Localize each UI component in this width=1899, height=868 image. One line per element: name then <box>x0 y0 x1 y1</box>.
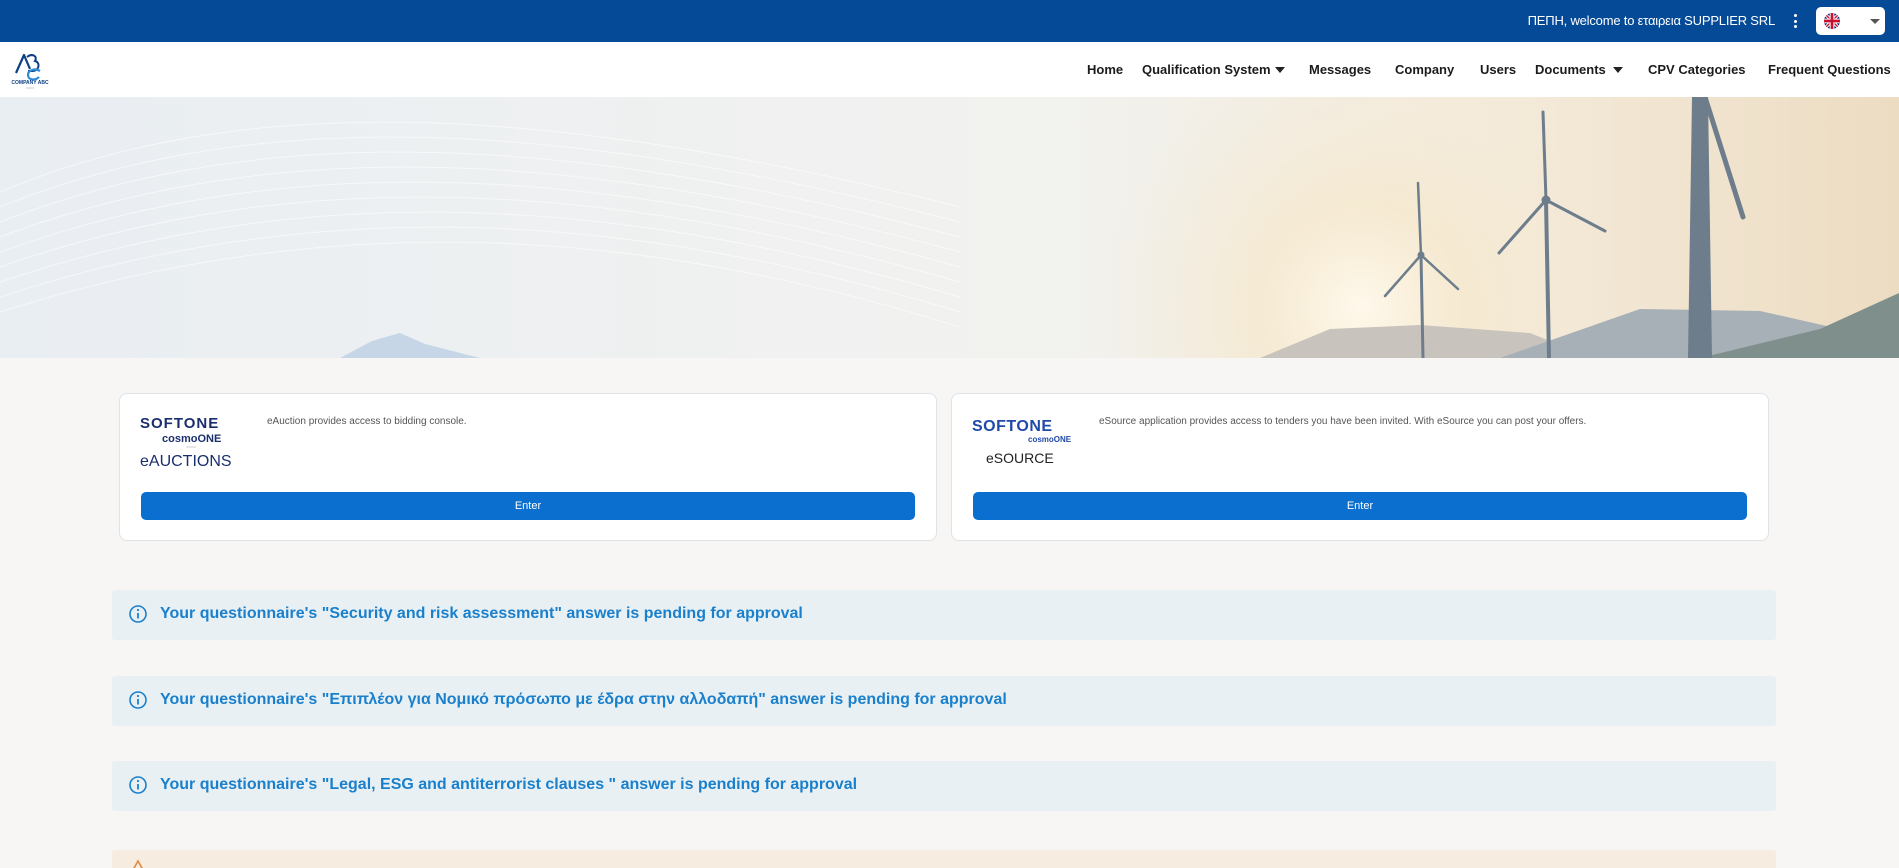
info-icon <box>128 775 148 795</box>
nav-home[interactable]: Home <box>1087 62 1123 77</box>
product-name: eSOURCE <box>986 450 1054 466</box>
info-icon <box>128 604 148 624</box>
eauctions-logo: SOFTONE cosmoONE eAUCTIONS <box>140 412 260 472</box>
company-logo[interactable]: COMPANY ABC <box>4 49 56 91</box>
eauctions-card: SOFTONE cosmoONE eAUCTIONS eAuction prov… <box>119 393 937 541</box>
chevron-down-icon <box>1870 19 1880 24</box>
esource-logo: SOFTONE cosmoONE eSOURCE <box>972 412 1092 472</box>
nav-qualification-system[interactable]: Qualification System <box>1142 62 1271 77</box>
nav-users[interactable]: Users <box>1480 62 1516 77</box>
alert-message: Your questionnaire's "Security and risk … <box>160 605 803 622</box>
nav-messages[interactable]: Messages <box>1309 62 1371 77</box>
softone-brand: SOFTONE <box>140 415 219 432</box>
cosmoone-brand: cosmoONE <box>162 433 221 445</box>
alert-message: Your questionnaire's "Επιπλέον για Νομικ… <box>160 691 1007 708</box>
chevron-down-icon[interactable] <box>1613 67 1623 73</box>
chevron-down-icon[interactable] <box>1275 67 1285 73</box>
hero-banner <box>0 97 1899 358</box>
uk-flag-icon <box>1824 13 1840 29</box>
eauctions-description: eAuction provides access to bidding cons… <box>267 416 467 427</box>
eauctions-enter-button[interactable]: Enter <box>141 492 915 520</box>
logo-text: COMPANY ABC <box>11 80 49 86</box>
softone-brand: SOFTONE <box>972 418 1053 435</box>
alert-message: Your questionnaire's "Legal, ESG and ant… <box>160 776 858 793</box>
esource-card: SOFTONE cosmoONE eSOURCE eSource applica… <box>951 393 1769 541</box>
product-name: eAUCTIONS <box>140 453 232 470</box>
language-selector[interactable] <box>1816 7 1885 35</box>
info-icon <box>128 690 148 710</box>
cosmoone-brand: cosmoONE <box>1028 435 1072 444</box>
main-navbar: COMPANY ABC Home Qualification System Me… <box>0 42 1899 97</box>
warning-icon <box>128 859 148 868</box>
pending-approval-alert: Your questionnaire's "Legal, ESG and ant… <box>112 761 1776 811</box>
nav-frequent-questions[interactable]: Frequent Questions <box>1768 62 1891 77</box>
more-options-icon[interactable] <box>1790 12 1800 30</box>
esource-enter-button[interactable]: Enter <box>973 492 1747 520</box>
nav-documents[interactable]: Documents <box>1535 62 1606 77</box>
esource-description: eSource application provides access to t… <box>1099 416 1587 427</box>
pending-approval-alert: Your questionnaire's "Security and risk … <box>112 590 1776 640</box>
nav-company[interactable]: Company <box>1395 62 1454 77</box>
pending-approval-alert: Your questionnaire's "Επιπλέον για Νομικ… <box>112 676 1776 726</box>
warning-alert <box>112 850 1776 868</box>
nav-cpv-categories[interactable]: CPV Categories <box>1648 62 1746 77</box>
top-bar: ΠΕΠΗ, welcome to εταιρεια SUPPLIER SRL <box>0 0 1899 42</box>
wind-turbines-illustration <box>0 97 1899 358</box>
welcome-message: ΠΕΠΗ, welcome to εταιρεια SUPPLIER SRL <box>1527 13 1776 28</box>
